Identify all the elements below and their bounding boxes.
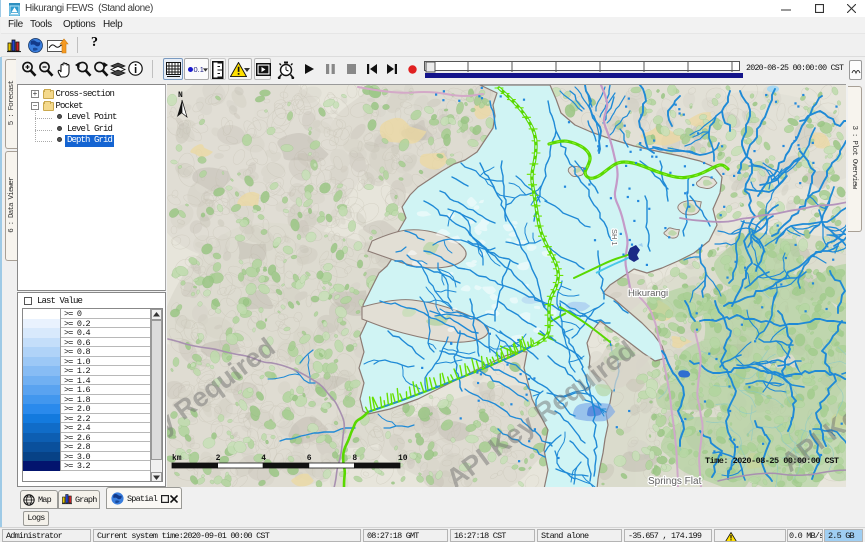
svg-text:Springs Flat: Springs Flat [648,476,702,487]
svg-text:Hikurangi: Hikurangi [628,288,668,299]
svg-text:8: 8 [352,454,357,463]
svg-text:N: N [178,91,183,100]
svg-text:6: 6 [307,454,312,463]
svg-text:4: 4 [261,454,266,463]
svg-text:10: 10 [398,454,408,463]
svg-text:km: km [172,454,182,463]
svg-text:Time: 2020-08-25 00:00:00 CST: Time: 2020-08-25 00:00:00 CST [705,456,839,466]
svg-text:2: 2 [216,454,221,463]
svg-text:SH 1: SH 1 [610,229,619,246]
